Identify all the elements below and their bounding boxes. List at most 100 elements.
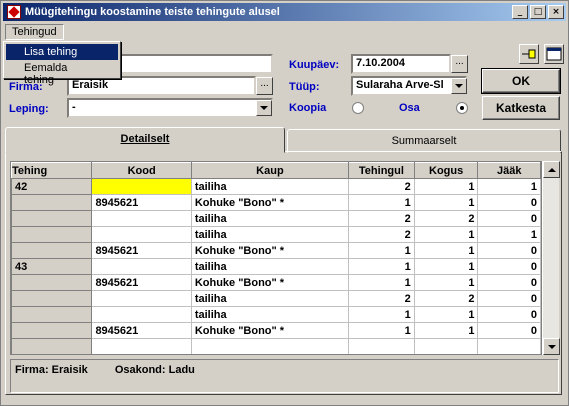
table-cell[interactable] [91, 178, 192, 195]
tuup-select[interactable]: Sularaha Arve-Sl [351, 76, 467, 96]
table-cell[interactable] [11, 210, 93, 227]
table-cell[interactable] [477, 338, 541, 354]
table-cell[interactable]: 1 [348, 242, 415, 259]
tuup-dropdown-arrow[interactable] [451, 78, 467, 94]
minimize-button[interactable]: _ [512, 5, 528, 19]
table-cell[interactable]: 2 [413, 210, 479, 227]
table-cell[interactable] [91, 338, 192, 354]
leping-dropdown-arrow[interactable] [256, 100, 272, 116]
table-row[interactable]: 42 tailiha 2 1 1 [11, 178, 541, 195]
table-cell[interactable]: 1 [348, 258, 415, 275]
table-cell[interactable]: 1 [413, 226, 479, 243]
table-cell[interactable]: tailiha [190, 226, 350, 243]
table-cell[interactable]: tailiha [190, 290, 350, 307]
kuupaev-field[interactable]: 7.10.2004 [351, 54, 451, 74]
table-cell[interactable]: tailiha [190, 306, 350, 323]
table-cell[interactable]: 8945621 [91, 274, 192, 291]
table-cell[interactable]: 1 [413, 306, 479, 323]
column-header[interactable]: Jääk [477, 162, 541, 179]
table-cell[interactable]: 8945621 [91, 322, 192, 339]
firma-field[interactable]: Eraisik [67, 76, 256, 96]
table-cell[interactable] [348, 338, 415, 354]
menu-item-eemalda-tehing[interactable]: Eemalda tehing [6, 60, 118, 86]
column-header[interactable]: Tehingul [348, 162, 415, 179]
table-cell[interactable] [91, 226, 192, 243]
table-cell[interactable]: 2 [348, 290, 415, 307]
table-cell[interactable] [190, 338, 350, 354]
column-header[interactable]: Kaup [190, 162, 350, 179]
table-cell[interactable]: 0 [477, 258, 541, 275]
table-cell[interactable]: 0 [477, 210, 541, 227]
table-cell[interactable]: 1 [348, 274, 415, 291]
table-cell[interactable] [91, 306, 192, 323]
table-cell[interactable] [11, 274, 93, 291]
maximize-button[interactable]: □ [530, 5, 546, 19]
table-cell[interactable]: 8945621 [91, 242, 192, 259]
table-cell[interactable]: 1 [477, 226, 541, 243]
table-cell[interactable] [91, 258, 192, 275]
table-cell[interactable]: 1 [477, 178, 541, 195]
table-cell[interactable]: 1 [413, 258, 479, 275]
table-cell[interactable]: 0 [477, 194, 541, 211]
table-cell[interactable] [11, 226, 93, 243]
leping-select[interactable]: - [67, 98, 273, 118]
katkesta-button[interactable]: Katkesta [482, 96, 560, 120]
scroll-down-button[interactable] [543, 338, 560, 355]
transactions-grid[interactable]: Tehing Kood Kaup Tehingul Kogus Jääk 42 tailih… [10, 161, 542, 355]
table-cell[interactable]: 2 [348, 210, 415, 227]
table-cell[interactable] [11, 290, 93, 307]
ok-button[interactable]: OK [481, 68, 561, 94]
table-cell[interactable] [413, 338, 479, 354]
date-picker-button[interactable]: ... [451, 55, 468, 73]
table-cell[interactable]: 2 [348, 178, 415, 195]
table-row[interactable]: 8945621 Kohuke "Bono" * 1 1 0 [11, 194, 541, 211]
table-cell[interactable]: tailiha [190, 178, 350, 195]
table-cell[interactable]: 2 [413, 290, 479, 307]
table-row[interactable] [11, 338, 541, 354]
table-cell[interactable] [11, 242, 93, 259]
table-row[interactable]: tailiha 2 1 1 [11, 226, 541, 243]
table-cell[interactable]: 43 [11, 258, 93, 275]
table-row[interactable]: 8945621 Kohuke "Bono" * 1 1 0 [11, 322, 541, 339]
table-cell[interactable]: Kohuke "Bono" * [190, 194, 350, 211]
table-cell[interactable]: 1 [348, 322, 415, 339]
table-cell[interactable]: 0 [477, 290, 541, 307]
table-cell[interactable]: 0 [477, 274, 541, 291]
table-row[interactable]: 8945621 Kohuke "Bono" * 1 1 0 [11, 242, 541, 259]
menu-tehingud[interactable]: Tehingud [5, 24, 64, 40]
table-cell[interactable]: 8945621 [91, 194, 192, 211]
osa-radio[interactable] [456, 102, 468, 114]
table-cell[interactable] [91, 210, 192, 227]
table-cell[interactable]: 42 [11, 178, 93, 195]
table-row[interactable]: tailiha 2 2 0 [11, 290, 541, 307]
title-bar[interactable]: Müügitehingu koostamine teiste tehingute… [3, 3, 566, 21]
scroll-up-button[interactable] [543, 161, 560, 178]
table-cell[interactable]: 2 [348, 226, 415, 243]
table-cell[interactable]: 0 [477, 242, 541, 259]
table-cell[interactable]: tailiha [190, 210, 350, 227]
table-cell[interactable]: 1 [413, 242, 479, 259]
firma-lookup-button[interactable]: ... [256, 77, 273, 95]
menu-item-lisa-tehing[interactable]: Lisa tehing [6, 44, 118, 60]
table-cell[interactable] [11, 322, 93, 339]
table-cell[interactable]: 1 [348, 306, 415, 323]
tab-summaarselt[interactable]: Summaarselt [287, 129, 561, 153]
table-row[interactable]: tailiha 1 1 0 [11, 306, 541, 323]
table-cell[interactable]: tailiha [190, 258, 350, 275]
pin-icon[interactable] [519, 44, 539, 64]
column-header[interactable]: Kood [91, 162, 192, 179]
table-cell[interactable]: 1 [413, 178, 479, 195]
grid-scrollbar[interactable] [542, 161, 560, 355]
table-cell[interactable]: 1 [348, 194, 415, 211]
table-cell[interactable]: 1 [413, 194, 479, 211]
koopia-radio[interactable] [352, 102, 364, 114]
table-cell[interactable]: 0 [477, 306, 541, 323]
table-cell[interactable] [11, 306, 93, 323]
table-row[interactable]: 43 tailiha 1 1 0 [11, 258, 541, 275]
table-cell[interactable] [91, 290, 192, 307]
table-cell[interactable]: Kohuke "Bono" * [190, 242, 350, 259]
table-cell[interactable] [11, 338, 93, 354]
table-cell[interactable] [11, 194, 93, 211]
column-header[interactable]: Kogus [413, 162, 479, 179]
table-row[interactable]: 8945621 Kohuke "Bono" * 1 1 0 [11, 274, 541, 291]
